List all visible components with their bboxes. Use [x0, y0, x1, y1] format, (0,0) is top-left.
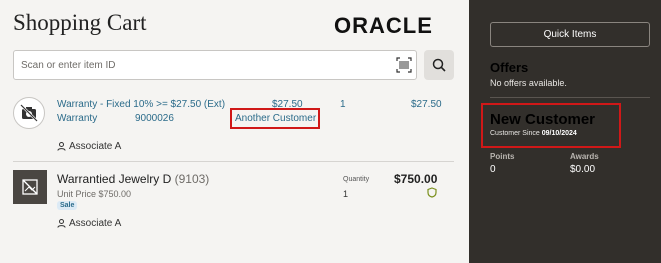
customer-since: Customer Since 09/10/2024 [490, 130, 577, 137]
associate-name: Associate A [69, 141, 122, 152]
customer-since-label: Customer Since [490, 130, 540, 137]
awards-value: $0.00 [570, 164, 596, 175]
search-button[interactable] [424, 50, 454, 80]
product-name[interactable]: Warrantied Jewelry D (9103) [57, 172, 209, 186]
offers-status: No offers available. [490, 78, 567, 88]
product-sku: (9103) [174, 172, 210, 186]
product-price: $750.00 [394, 172, 438, 186]
quick-items-button[interactable]: Quick Items [490, 22, 650, 47]
no-image-camera-icon [13, 97, 45, 129]
points-label: Points [490, 152, 515, 161]
sidebar-divider [490, 97, 650, 98]
cart-panel: Shopping Cart ORACLE Scan or enter item … [0, 0, 469, 263]
warranty-shield-icon [427, 187, 437, 198]
product-title: Warrantied Jewelry D [57, 172, 172, 186]
another-customer-link[interactable]: Another Customer [235, 113, 316, 124]
warranty-qty: 1 [340, 99, 346, 110]
warranty-code: 9000026 [135, 113, 174, 124]
offers-title: Offers [490, 60, 529, 75]
quantity-value[interactable]: 1 [343, 189, 348, 199]
warranty-line1-link[interactable]: Warranty - Fixed 10% >= $27.50 (Ext) [57, 99, 225, 110]
customer-name[interactable]: New Customer [490, 111, 595, 128]
search-placeholder: Scan or enter item ID [21, 60, 116, 71]
associate-label-2[interactable]: Associate A [57, 218, 121, 229]
oracle-logo: ORACLE [334, 14, 433, 36]
search-icon [432, 58, 446, 72]
points-value: 0 [490, 164, 496, 175]
search-input[interactable]: Scan or enter item ID [13, 50, 417, 80]
no-image-icon [22, 179, 38, 195]
unit-price: Unit Price $750.00 [57, 189, 132, 199]
person-icon [57, 142, 66, 151]
row-divider [13, 161, 454, 162]
awards-label: Awards [570, 152, 599, 161]
warranty-total: $27.50 [411, 99, 442, 110]
brand-text: ORACLE [334, 14, 433, 36]
page-title: Shopping Cart [13, 10, 147, 35]
person-icon [57, 219, 66, 228]
product-thumbnail [13, 170, 47, 204]
associate-name: Associate A [69, 218, 122, 229]
customer-since-date: 09/10/2024 [541, 130, 577, 137]
warranty-line2[interactable]: Warranty [57, 113, 97, 124]
barcode-scan-icon[interactable] [396, 57, 412, 73]
associate-label[interactable]: Associate A [57, 141, 121, 152]
quantity-label: Quantity [343, 176, 370, 183]
sale-badge: Sale [57, 201, 78, 210]
